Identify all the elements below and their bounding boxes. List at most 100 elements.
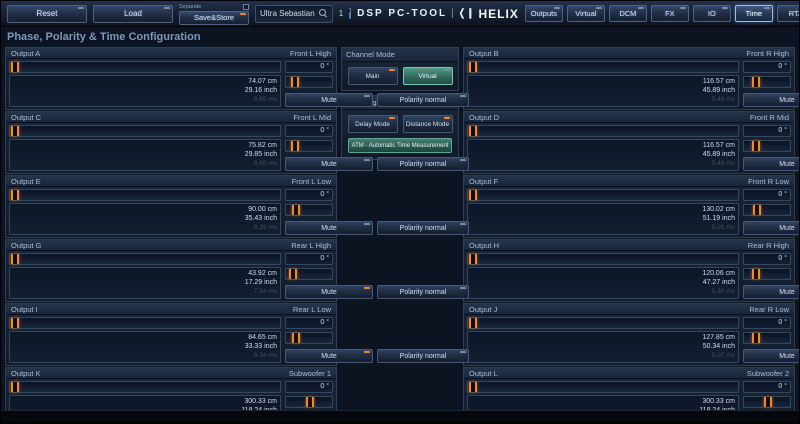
load-button[interactable]: Load bbox=[93, 4, 173, 23]
distance-values: 120.06 cm 47.27 inch 5.30 ms bbox=[467, 267, 739, 299]
reset-button[interactable]: Reset bbox=[7, 4, 87, 23]
nav-virtual-button[interactable]: Virtual bbox=[566, 5, 605, 22]
distance-slider-handle[interactable] bbox=[290, 140, 299, 151]
phase-slider-handle[interactable] bbox=[469, 189, 477, 200]
phase-slider-handle[interactable] bbox=[469, 125, 477, 136]
mute-button[interactable]: Mute bbox=[285, 285, 373, 299]
nav-fx-button[interactable]: FX bbox=[650, 5, 689, 22]
mute-button[interactable]: Mute bbox=[743, 157, 799, 171]
button-corner-indicator bbox=[460, 95, 466, 97]
phase-slider[interactable] bbox=[467, 60, 739, 73]
speaker-name: Front R High bbox=[746, 48, 789, 58]
polarity-button[interactable]: Polarity normal bbox=[377, 221, 469, 235]
polarity-button[interactable]: Polarity normal bbox=[377, 157, 469, 171]
distance-slider[interactable] bbox=[285, 331, 333, 344]
distance-slider-handle[interactable] bbox=[288, 268, 297, 279]
document-icon[interactable] bbox=[346, 8, 352, 19]
output-block-body: 0 ° 43.92 cm 17.29 inch 7.54 ms Mute Pol… bbox=[9, 252, 540, 299]
output-name: Output H bbox=[469, 240, 500, 250]
phase-slider-handle[interactable] bbox=[11, 253, 19, 264]
phase-slider-handle[interactable] bbox=[11, 381, 19, 392]
phase-slider-handle[interactable] bbox=[469, 381, 477, 392]
phase-slider[interactable] bbox=[467, 124, 739, 137]
phase-slider-handle[interactable] bbox=[11, 125, 19, 136]
distance-slider[interactable] bbox=[743, 395, 791, 408]
output-block-header: Output G Rear L High bbox=[6, 240, 336, 251]
save-store-button[interactable]: Save&Store bbox=[179, 10, 249, 25]
separate-checkbox[interactable] bbox=[243, 3, 249, 10]
mute-button[interactable]: Mute bbox=[743, 349, 799, 363]
phase-slider[interactable] bbox=[9, 188, 281, 201]
output-name: Output J bbox=[469, 304, 498, 314]
output-block-header: Output I Rear L Low bbox=[6, 304, 336, 315]
distance-slider[interactable] bbox=[285, 203, 333, 216]
main-mode-button[interactable]: Main bbox=[347, 67, 398, 85]
delay-mode-button[interactable]: Delay Mode bbox=[347, 115, 398, 133]
phase-slider[interactable] bbox=[467, 380, 739, 393]
mute-button[interactable]: Mute bbox=[743, 93, 799, 107]
phase-slider-handle[interactable] bbox=[11, 61, 19, 72]
mute-button[interactable]: Mute bbox=[285, 157, 373, 171]
phase-value: 0 ° bbox=[285, 188, 333, 201]
phase-slider-handle[interactable] bbox=[11, 189, 19, 200]
nav-outputs-button[interactable]: Outputs bbox=[524, 5, 563, 22]
phase-slider[interactable] bbox=[467, 252, 739, 265]
mute-button[interactable]: Mute bbox=[743, 285, 799, 299]
phase-slider-handle[interactable] bbox=[469, 61, 477, 72]
distance-slider-handle[interactable] bbox=[751, 268, 760, 279]
setup-name-field[interactable]: Ultra Sebastian bbox=[255, 4, 333, 23]
output-block-body: 0 ° 120.06 cm 47.27 inch 5.30 ms Mute Po… bbox=[467, 252, 799, 299]
distance-slider[interactable] bbox=[743, 203, 791, 216]
distance-slider-handle[interactable] bbox=[290, 76, 299, 87]
phase-slider[interactable] bbox=[9, 60, 281, 73]
mute-button[interactable]: Mute bbox=[285, 93, 373, 107]
distance-slider[interactable] bbox=[285, 395, 333, 408]
distance-slider[interactable] bbox=[743, 267, 791, 280]
nav-rta-button[interactable]: RTA bbox=[776, 5, 799, 22]
output-controls: Mute Polarity normal Delay Group X12345 bbox=[743, 90, 799, 107]
polarity-button[interactable]: Polarity normal bbox=[377, 93, 469, 107]
phase-slider-handle[interactable] bbox=[11, 317, 19, 328]
mute-button[interactable]: Mute bbox=[743, 221, 799, 235]
output-channel-block: Output F Front R Low 0 ° 130.02 cm 51.19… bbox=[463, 175, 799, 238]
distance-slider[interactable] bbox=[743, 75, 791, 88]
phase-slider[interactable] bbox=[9, 124, 281, 137]
distance-slider[interactable] bbox=[743, 331, 791, 344]
atm-button[interactable]: ATM - Automatic Time Measurement bbox=[348, 138, 452, 153]
distance-slider-handle[interactable] bbox=[305, 396, 314, 407]
distance-mode-button[interactable]: Distance Mode bbox=[402, 115, 453, 133]
polarity-button[interactable]: Polarity normal bbox=[377, 285, 469, 299]
virtual-mode-button[interactable]: Virtual bbox=[402, 67, 453, 85]
phase-slider[interactable] bbox=[467, 316, 739, 329]
speaker-name: Rear R Low bbox=[749, 304, 789, 314]
distance-slider-handle[interactable] bbox=[763, 396, 772, 407]
distance-slider[interactable] bbox=[285, 139, 333, 152]
distance-slider-handle[interactable] bbox=[291, 204, 300, 215]
mute-button[interactable]: Mute bbox=[285, 349, 373, 363]
distance-slider-handle[interactable] bbox=[291, 332, 300, 343]
phase-slider[interactable] bbox=[9, 316, 281, 329]
distance-slider-handle[interactable] bbox=[752, 204, 761, 215]
distance-slider-handle[interactable] bbox=[751, 76, 760, 87]
distance-slider[interactable] bbox=[743, 139, 791, 152]
edit-icon[interactable] bbox=[318, 9, 328, 18]
distance-slider-handle[interactable] bbox=[751, 140, 760, 151]
phase-slider[interactable] bbox=[9, 380, 281, 393]
phase-slider-handle[interactable] bbox=[469, 317, 477, 328]
phase-slider[interactable] bbox=[9, 252, 281, 265]
distance-slider-handle[interactable] bbox=[752, 332, 761, 343]
polarity-button[interactable]: Polarity normal bbox=[377, 349, 469, 363]
distance-slider[interactable] bbox=[285, 75, 333, 88]
mute-button[interactable]: Mute bbox=[285, 221, 373, 235]
nav-dcm-button[interactable]: DCM bbox=[608, 5, 647, 22]
nav-time-button[interactable]: Time bbox=[734, 5, 773, 22]
output-block-header: Output J Rear R Low bbox=[464, 304, 794, 315]
output-controls: Mute Polarity normal Delay Group X12345 bbox=[743, 346, 799, 363]
nav-io-button[interactable]: IO bbox=[692, 5, 731, 22]
nav-label: RTA bbox=[788, 9, 799, 18]
distance-values: 74.07 cm 29.16 inch 6.65 ms bbox=[9, 75, 281, 107]
distance-slider[interactable] bbox=[285, 267, 333, 280]
output-block-body: 0 ° 90.00 cm 35.43 inch 6.19 ms Mute Pol… bbox=[9, 188, 540, 235]
phase-slider[interactable] bbox=[467, 188, 739, 201]
phase-slider-handle[interactable] bbox=[469, 253, 477, 264]
